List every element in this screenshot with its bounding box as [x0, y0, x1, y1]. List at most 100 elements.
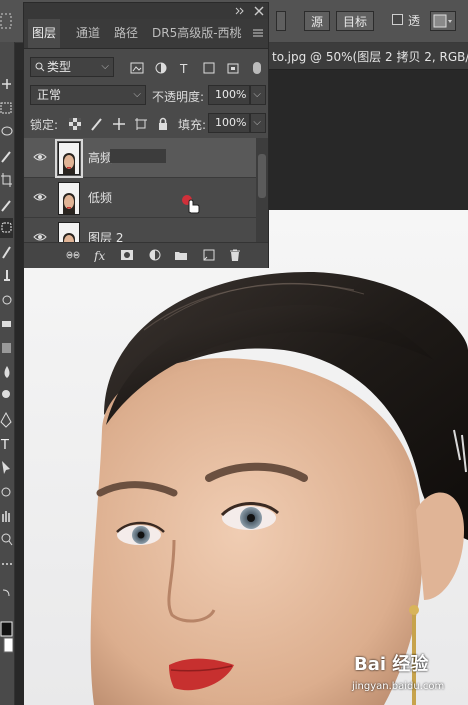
baidu-jingyan-logo: Bai 经验 [354, 654, 429, 675]
swap-colors-icon[interactable] [0, 582, 13, 610]
pen-tool-icon[interactable] [0, 410, 13, 430]
layer-name[interactable]: 低频 [88, 189, 112, 206]
trash-icon[interactable] [228, 248, 242, 262]
fill-input[interactable]: 100% [208, 113, 250, 133]
chevron-down-icon: ⌵ [253, 117, 261, 128]
eraser-tool-icon[interactable] [0, 314, 13, 334]
collapse-icon[interactable] [234, 6, 246, 16]
pattern-picker-button[interactable] [430, 11, 456, 31]
layer-thumbnail[interactable] [55, 139, 83, 178]
target-button[interactable]: 目标 [336, 11, 375, 31]
layer-list-scrollbar[interactable] [256, 138, 268, 242]
panel-menu-icon[interactable] [252, 28, 264, 38]
layer-rename-field[interactable] [110, 149, 166, 163]
tab-layers[interactable]: 图层 [28, 19, 61, 48]
eye-icon[interactable] [33, 191, 47, 203]
mask-icon[interactable] [120, 248, 134, 262]
move-tool-icon[interactable] [0, 74, 13, 94]
opacity-slider-button[interactable]: ⌵ [250, 85, 266, 105]
layer-thumbnail[interactable] [58, 182, 80, 215]
source-button[interactable]: 源 [304, 11, 331, 31]
type-tool-icon[interactable]: T [0, 434, 13, 454]
blend-mode-dropdown[interactable]: 正常 ⌵ [30, 85, 146, 105]
lock-position-icon[interactable] [112, 117, 126, 131]
filter-type-icon[interactable]: T [178, 61, 192, 75]
layers-panel: 图层 通道 路径 DR5高级版-西桃 类型 ⌵ T 正常 ⌵ 不透明度: 100… [23, 2, 269, 268]
more-tools-icon[interactable] [0, 554, 13, 574]
options-menu-icon[interactable] [0, 12, 12, 30]
zoom-tool-icon[interactable] [0, 530, 13, 550]
layer-name[interactable]: 高频 [88, 149, 112, 166]
hand-cursor-icon [182, 195, 200, 214]
tools-panel: T [0, 42, 15, 705]
layer-row-layer-2[interactable]: 图层 2 [24, 218, 256, 242]
filter-kind-dropdown[interactable]: 类型 ⌵ [30, 57, 114, 77]
eyedropper-tool-icon[interactable] [0, 194, 13, 214]
lock-artboard-icon[interactable] [134, 117, 148, 131]
path-select-tool-icon[interactable] [0, 458, 13, 478]
tab-channels[interactable]: 通道 [72, 19, 104, 48]
gradient-tool-icon[interactable] [0, 338, 13, 358]
filter-toggle-icon[interactable] [250, 61, 264, 75]
layer-list: 高频 低频 图层 2 [24, 138, 268, 242]
folder-icon[interactable] [174, 248, 188, 262]
transparent-label: 透 [408, 14, 421, 28]
blur-tool-icon[interactable] [0, 362, 13, 382]
lock-row: 锁定: 填充: 100% ⌵ [24, 113, 268, 135]
filter-adjustment-icon[interactable] [154, 61, 168, 75]
quick-select-tool-icon[interactable] [0, 146, 13, 166]
crop-tool-icon[interactable] [0, 170, 13, 190]
layer-row-high-frequency[interactable]: 高频 [24, 138, 256, 178]
scrollbar-thumb[interactable] [258, 154, 266, 198]
new-layer-icon[interactable] [202, 248, 216, 262]
tab-dr5-plugin[interactable]: DR5高级版-西桃 [148, 19, 258, 48]
filter-row: 类型 ⌵ T [24, 57, 268, 81]
fill-label: 填充: [178, 118, 207, 132]
healing-brush-tool-icon[interactable] [0, 218, 13, 238]
layer-thumbnail[interactable] [58, 222, 80, 242]
blend-mode-value: 正常 [37, 88, 62, 102]
close-icon[interactable] [254, 6, 264, 16]
lock-label: 锁定: [30, 118, 59, 132]
clone-stamp-tool-icon[interactable] [0, 266, 13, 286]
lasso-tool-icon[interactable] [0, 122, 13, 142]
link-icon[interactable] [66, 248, 80, 262]
history-brush-tool-icon[interactable] [0, 290, 13, 310]
svg-text:fx: fx [94, 249, 105, 262]
lock-all-icon[interactable] [156, 117, 170, 131]
fill-slider-button[interactable]: ⌵ [250, 113, 266, 133]
adjustment-icon[interactable] [148, 248, 162, 262]
svg-text:T: T [179, 62, 188, 75]
marquee-tool-icon[interactable] [0, 98, 13, 118]
watermark-url: jingyan.baidu.com [352, 681, 445, 692]
eye-icon[interactable] [33, 151, 47, 163]
filter-shape-icon[interactable] [202, 61, 216, 75]
lock-image-pixels-icon[interactable] [90, 117, 104, 131]
color-swatches[interactable] [0, 620, 14, 656]
document-title: to.jpg @ 50%(图层 2 拷贝 2, RGB/... [272, 50, 468, 64]
transparent-checkbox[interactable] [392, 14, 403, 25]
filter-smart-object-icon[interactable] [226, 61, 240, 75]
opacity-input[interactable]: 100% [208, 85, 250, 105]
shape-tool-icon[interactable] [0, 482, 13, 502]
chevron-down-icon: ⌵ [133, 89, 141, 100]
chevron-down-icon: ⌵ [101, 61, 109, 72]
lock-transparent-pixels-icon[interactable] [68, 117, 82, 131]
portrait-photo[interactable] [24, 210, 468, 705]
fx-icon[interactable]: fx [94, 248, 108, 262]
blend-row: 正常 ⌵ 不透明度: 100% ⌵ [24, 85, 268, 109]
filter-pixel-icon[interactable] [130, 61, 144, 75]
layer-row-low-frequency[interactable]: 低频 [24, 178, 256, 218]
document-tab[interactable]: to.jpg @ 50%(图层 2 拷贝 2, RGB/... [268, 43, 468, 70]
brush-tool-icon[interactable] [0, 242, 13, 262]
hand-tool-icon[interactable] [0, 506, 13, 526]
tab-paths[interactable]: 路径 [110, 19, 142, 48]
filter-kind-label: 类型 [47, 60, 72, 74]
dodge-tool-icon[interactable] [0, 386, 13, 406]
opacity-label: 不透明度: [152, 90, 205, 104]
search-icon [35, 62, 45, 72]
eye-icon[interactable] [33, 231, 47, 242]
panel-title-bar[interactable] [24, 3, 268, 19]
layer-name[interactable]: 图层 2 [88, 229, 123, 242]
panel-tabs: 图层 通道 路径 DR5高级版-西桃 [24, 19, 268, 49]
